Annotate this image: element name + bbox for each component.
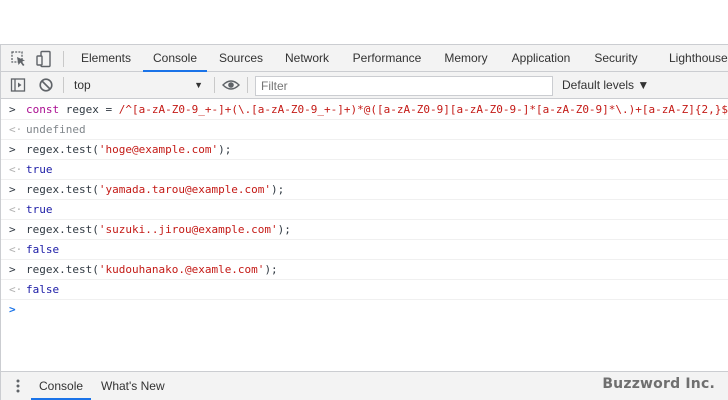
code-keyword: const [26,103,60,116]
code-text: ); [277,223,291,236]
drawer-tab-console[interactable]: Console [31,372,92,400]
code-string: 'hoge@example.com' [98,143,219,156]
code-text: ); [271,183,285,196]
toolbar-divider [214,77,215,93]
code-regex-literal: /^[a-zA-Z0-9_+-]+(\.[a-zA-Z0-9_+-]+)*@([… [118,103,728,116]
result-arrow-icon: <· [9,123,23,136]
console-result-line: <· undefined [1,120,728,140]
context-value: top [74,78,91,92]
console-prompt[interactable]: > [1,300,728,320]
tab-memory[interactable]: Memory [435,45,497,72]
code-string: 'suzuki..jirou@example.com' [98,223,278,236]
code-text: regex.test( [26,143,99,156]
context-selector[interactable]: top ▼ [69,76,209,95]
code-text: ); [218,143,232,156]
input-prompt-icon: > [9,223,16,236]
devtools-tab-bar: Elements Console Sources Network Perform… [1,44,728,72]
result-value: true [26,163,53,176]
live-expression-eye-icon[interactable] [222,77,240,93]
result-arrow-icon: <· [9,243,23,256]
code-text: regex.test( [26,183,99,196]
toolbar-divider [247,77,248,93]
console-input-line: > regex.test('kudouhanako.@examle.com'); [1,260,728,280]
toolbar-divider [63,77,64,93]
console-input-line: > regex.test('suzuki..jirou@example.com'… [1,220,728,240]
tab-console[interactable]: Console [143,45,207,72]
inspect-element-icon[interactable] [10,50,28,68]
show-sidebar-icon[interactable] [10,77,26,93]
filter-input[interactable] [255,76,553,96]
console-result-line: <· true [1,160,728,180]
result-arrow-icon: <· [9,283,23,296]
log-levels-dropdown[interactable]: Default levels ▼ [562,76,649,95]
result-arrow-icon: <· [9,203,23,216]
tab-elements[interactable]: Elements [73,45,139,72]
console-input-line: > regex.test('hoge@example.com'); [1,140,728,160]
page-viewport [0,0,728,44]
clear-console-icon[interactable] [38,77,54,93]
console-input-line: > const regex = /^[a-zA-Z0-9_+-]+(\.[a-z… [1,100,728,120]
console-output: > const regex = /^[a-zA-Z0-9_+-]+(\.[a-z… [1,100,728,370]
drawer-tab-whats-new[interactable]: What's New [101,372,165,400]
console-input-line: > regex.test('yamada.tarou@example.com')… [1,180,728,200]
console-toolbar: top ▼ Default levels ▼ [1,72,728,99]
code-text: regex.test( [26,263,99,276]
dropdown-arrow-icon: ▼ [194,80,203,90]
code-text: regex = [59,103,119,116]
drawer-tab-bar: Console What's New Buzzword Inc. [1,371,728,400]
code-text: regex.test( [26,223,99,236]
code-text: ); [264,263,278,276]
result-arrow-icon: <· [9,163,23,176]
result-value: true [26,203,53,216]
code-string: 'kudouhanako.@examle.com' [98,263,265,276]
drawer-menu-icon[interactable] [11,378,25,394]
result-value: undefined [26,123,86,136]
result-value: false [26,243,60,256]
console-result-line: <· false [1,240,728,260]
tab-security[interactable]: Security [586,45,646,72]
result-value: false [26,283,60,296]
input-prompt-icon: > [9,263,16,276]
console-result-line: <· true [1,200,728,220]
tab-network[interactable]: Network [275,45,339,72]
devtools-panel: Elements Console Sources Network Perform… [0,44,728,400]
code-string: 'yamada.tarou@example.com' [98,183,272,196]
tab-application[interactable]: Application [503,45,579,72]
device-toolbar-icon[interactable] [35,50,53,68]
watermark: Buzzword Inc. [602,376,715,392]
input-prompt-icon: > [9,183,16,196]
prompt-chevron-icon: > [9,303,16,316]
input-prompt-icon: > [9,143,16,156]
toolbar-divider [63,51,64,67]
input-prompt-icon: > [9,103,16,116]
tab-performance[interactable]: Performance [345,45,429,72]
tab-lighthouse[interactable]: Lighthouse [661,45,728,72]
tab-sources[interactable]: Sources [211,45,271,72]
console-result-line: <· false [1,280,728,300]
